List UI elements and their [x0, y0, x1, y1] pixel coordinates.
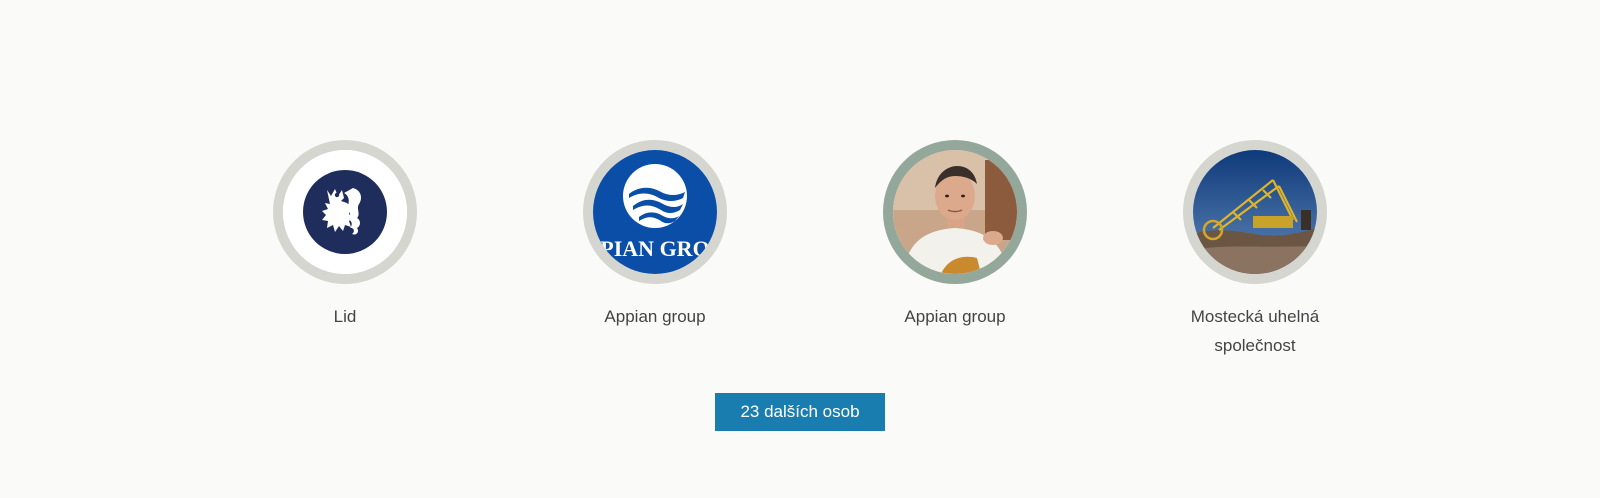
bucket-wheel-excavator-photo [1193, 150, 1317, 274]
entity-avatar[interactable]: PIAN GRO [583, 140, 727, 284]
appian-group-logo: PIAN GRO [593, 150, 717, 274]
entity-label[interactable]: Mostecká uhelná společnost [1155, 302, 1355, 360]
lion-emblem-logo [283, 150, 407, 274]
man-portrait-photo [893, 150, 1017, 274]
entity-avatar[interactable] [1183, 140, 1327, 284]
entity-card-lid[interactable]: Lid [245, 140, 445, 331]
appian-logo-text: PIAN GRO [600, 236, 709, 261]
entity-card-appian-group-logo[interactable]: PIAN GRO Appian group [555, 140, 755, 331]
entity-card-mostecka-uhelna[interactable]: Mostecká uhelná společnost [1155, 140, 1355, 360]
related-entities-section: Lid PIAN GRO Appian group Appian group M… [0, 0, 1600, 498]
entity-card-appian-group-person[interactable]: Appian group [855, 140, 1055, 331]
entity-label[interactable]: Appian group [555, 302, 755, 331]
entity-avatar[interactable] [883, 140, 1027, 284]
entity-avatar[interactable] [273, 140, 417, 284]
entity-label[interactable]: Lid [245, 302, 445, 331]
entity-label[interactable]: Appian group [855, 302, 1055, 331]
show-more-people-button[interactable]: 23 dalších osob [715, 393, 885, 431]
